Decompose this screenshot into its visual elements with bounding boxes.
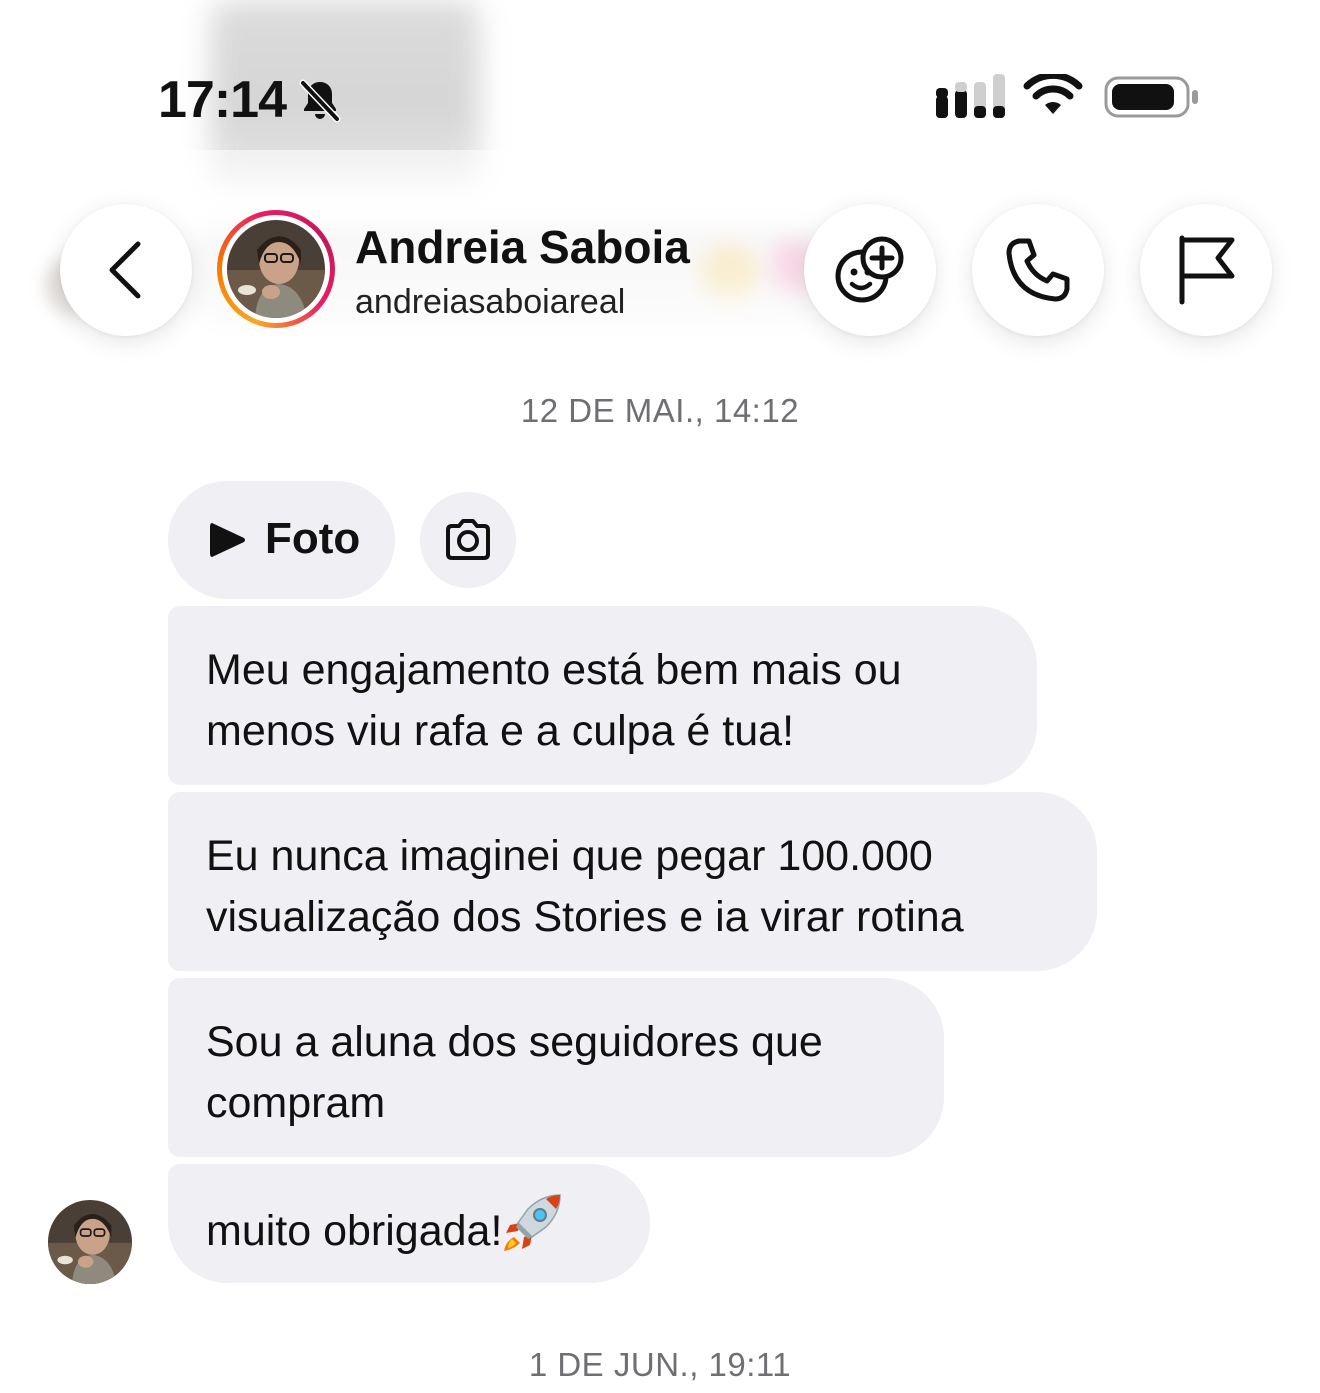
message-bubble[interactable]: Eu nunca imaginei que pegar 100.000 visu… [168, 792, 1097, 971]
audio-call-button[interactable] [972, 204, 1104, 336]
status-time: 17:14 [158, 71, 287, 129]
sender-avatar[interactable] [48, 1200, 132, 1284]
back-button[interactable] [60, 204, 192, 336]
message-text: Meu engajamento está bem mais ou [206, 646, 902, 694]
message-bubble[interactable]: Sou a aluna dos seguidores que compram [168, 978, 944, 1157]
message-timestamp: 1 DE JUN., 19:11 [528, 1346, 792, 1383]
message-bubble[interactable]: muito obrigada! [168, 1164, 650, 1283]
camera-button[interactable] [420, 492, 516, 588]
bell-slash-icon [299, 79, 341, 123]
contact-avatar[interactable] [217, 210, 335, 328]
message-text: Sou a aluna dos seguidores que [206, 1018, 823, 1066]
contact-name[interactable]: Andreia Saboia [355, 220, 690, 274]
profile-photo [227, 220, 325, 318]
photo-reply-chip[interactable]: Foto [168, 481, 395, 599]
message-text: Eu nunca imaginei que pegar 100.000 [206, 832, 933, 880]
effects-button[interactable] [804, 204, 936, 336]
profile-photo [48, 1200, 132, 1284]
message-timestamp: 12 DE MAI., 14:12 [520, 392, 800, 429]
wifi-icon [1023, 74, 1083, 114]
message-text: muito obrigada! [206, 1207, 503, 1255]
effects-icon [835, 236, 904, 303]
flag-icon [1179, 235, 1235, 305]
message-text: menos viu rafa e a culpa é tua! [206, 707, 795, 755]
photo-label: Foto [265, 514, 361, 563]
chat-screen: 17:14 Andreia Saboia andreiasaboiareal 1… [0, 0, 1320, 1393]
rocket-emoji [504, 1194, 562, 1251]
phone-icon [1006, 238, 1070, 302]
message-text: compram [206, 1079, 386, 1127]
avatar [227, 220, 325, 318]
battery-icon [1104, 76, 1198, 118]
camera-icon [446, 519, 490, 560]
contact-username[interactable]: andreiasaboiareal [355, 281, 625, 323]
message-text: visualização dos Stories e ia virar roti… [206, 893, 964, 941]
message-bubble[interactable]: Meu engajamento está bem mais ou menos v… [168, 606, 1037, 785]
cellular-signal-icon [936, 74, 1005, 118]
play-icon [210, 523, 245, 557]
report-button[interactable] [1140, 204, 1272, 336]
back-chevron-icon [109, 241, 141, 299]
